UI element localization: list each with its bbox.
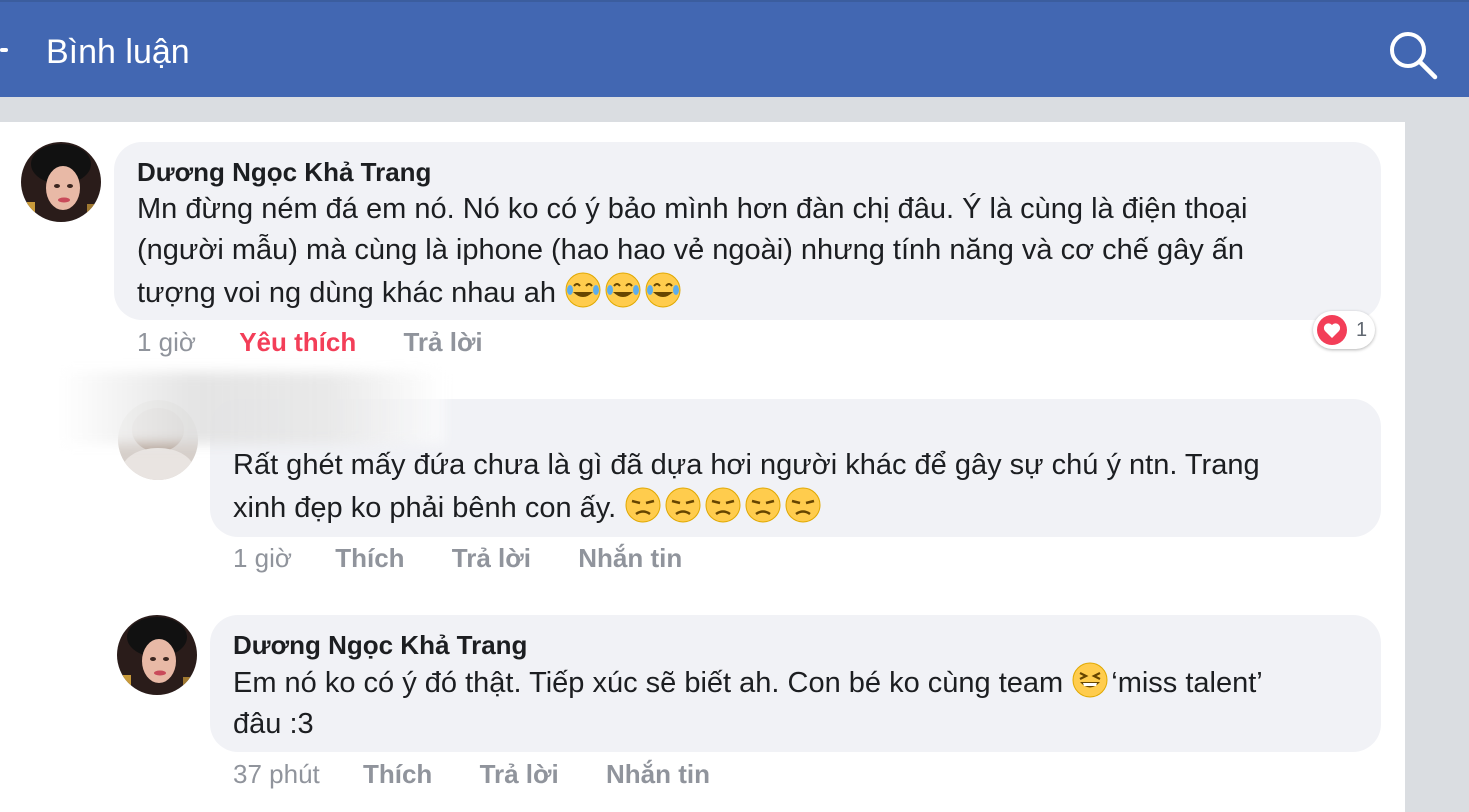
avatar[interactable] xyxy=(21,142,101,222)
comment-text: Mn đừng ném đá em nó. Nó ko có ý bảo mìn… xyxy=(137,189,1367,314)
unamused-emoji-icon xyxy=(705,487,741,523)
unamused-emoji-icon xyxy=(785,487,821,523)
message-button[interactable]: Nhắn tin xyxy=(606,759,710,789)
comment-line: (người mẫu) mà cùng là iphone (hao hao v… xyxy=(137,234,1245,266)
comment-line: tượng voi ng dùng khác nhau ah xyxy=(137,271,1367,314)
joy-emoji-icon xyxy=(605,272,641,308)
comment-line: Mn đừng ném đá em nó. Nó ko có ý bảo mìn… xyxy=(137,193,1248,225)
reply-button[interactable]: Trả lời xyxy=(403,327,482,357)
comment-line: Rất ghét mấy đứa chưa là gì đã dựa hơi n… xyxy=(233,449,1260,481)
top-bar: Bình luận xyxy=(0,0,1469,97)
unamused-emoji-icon xyxy=(745,487,781,523)
unamused-emoji-icon xyxy=(665,487,701,523)
like-button[interactable]: Thích xyxy=(363,759,432,789)
comment-actions: 1 giờ Yêu thích Trả lời xyxy=(137,326,483,358)
search-icon[interactable] xyxy=(1384,26,1440,82)
comment-text: Em nó ko có ý đó thật. Tiếp xúc sẽ biết … xyxy=(233,661,1373,745)
comment-text: Rất ghét mấy đứa chưa là gì đã dựa hơi n… xyxy=(233,445,1363,529)
comment-actions: 37 phút Thích Trả lời Nhắn tin xyxy=(233,758,710,790)
joy-emoji-icon xyxy=(645,272,681,308)
comment-line: đâu :3 xyxy=(233,708,314,740)
heart-icon xyxy=(1317,315,1347,345)
comment-line-text: Em nó ko có ý đó thật. Tiếp xúc sẽ biết … xyxy=(233,667,1072,699)
comment-line-text: ‘miss talent’ xyxy=(1111,667,1263,699)
reply-button[interactable]: Trả lời xyxy=(452,543,531,573)
unamused-emoji-icon xyxy=(625,487,661,523)
comment-time: 1 giờ xyxy=(233,543,292,573)
laughing-emoji-icon xyxy=(1072,662,1108,698)
like-button[interactable]: Yêu thích xyxy=(239,327,356,357)
comment-time: 37 phút xyxy=(233,759,320,789)
blurred-author xyxy=(60,372,445,444)
comment-line-text: xinh đẹp ko phải bênh con ấy. xyxy=(233,492,617,524)
back-icon[interactable] xyxy=(0,48,8,52)
page-title: Bình luận xyxy=(46,33,190,71)
comment-time: 1 giờ xyxy=(137,327,196,357)
reaction-badge[interactable]: 1 xyxy=(1313,311,1375,349)
comment-line-text: tượng voi ng dùng khác nhau ah xyxy=(137,277,556,309)
comment-actions: 1 giờ Thích Trả lời Nhắn tin xyxy=(233,542,682,574)
joy-emoji-icon xyxy=(565,272,601,308)
reply-button[interactable]: Trả lời xyxy=(480,759,559,789)
comment-line: xinh đẹp ko phải bênh con ấy. xyxy=(233,486,1363,529)
comment-line: Em nó ko có ý đó thật. Tiếp xúc sẽ biết … xyxy=(233,661,1373,704)
like-button[interactable]: Thích xyxy=(335,543,404,573)
comment-author[interactable]: Dương Ngọc Khả Trang xyxy=(233,629,527,661)
comment-author[interactable]: Dương Ngọc Khả Trang xyxy=(137,156,431,188)
avatar[interactable] xyxy=(117,615,197,695)
message-button[interactable]: Nhắn tin xyxy=(578,543,682,573)
reaction-count: 1 xyxy=(1356,319,1368,341)
